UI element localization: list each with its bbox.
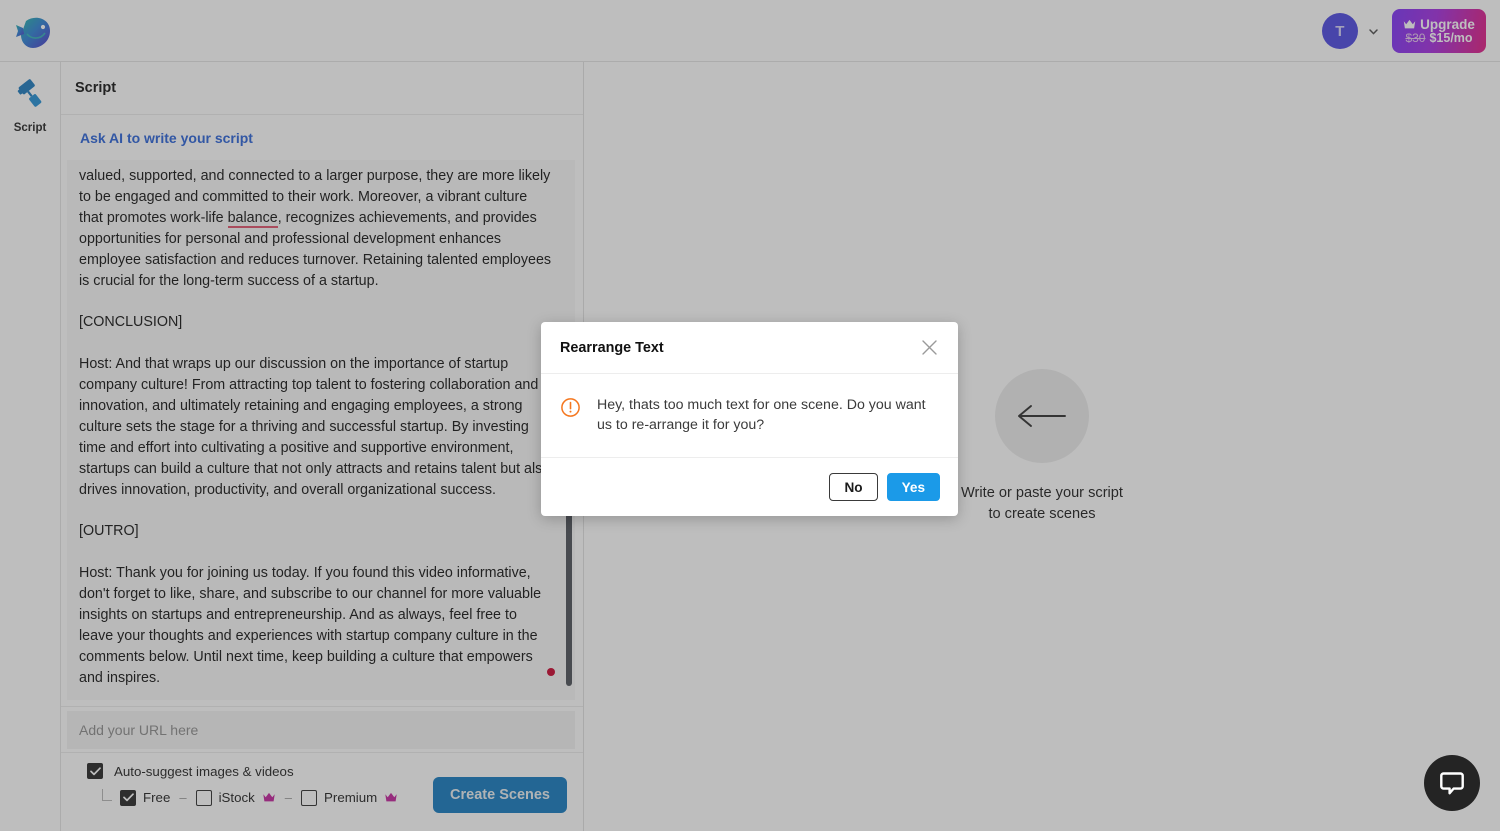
rearrange-text-dialog: Rearrange Text Hey, thats too much text … xyxy=(541,322,958,516)
app-root: T Upgrade $30 $15/mo Script Script Ask A… xyxy=(0,0,1500,831)
no-button[interactable]: No xyxy=(829,473,878,501)
dialog-body: Hey, thats too much text for one scene. … xyxy=(541,374,958,458)
dialog-message: Hey, thats too much text for one scene. … xyxy=(597,397,926,433)
yes-button[interactable]: Yes xyxy=(886,473,940,501)
dialog-header: Rearrange Text xyxy=(541,322,958,374)
dialog-title: Rearrange Text xyxy=(560,339,664,356)
close-icon[interactable] xyxy=(918,337,940,359)
alert-circle-icon xyxy=(560,397,581,435)
chat-bubble-icon[interactable] xyxy=(1424,755,1480,811)
dialog-footer: No Yes xyxy=(541,458,958,516)
